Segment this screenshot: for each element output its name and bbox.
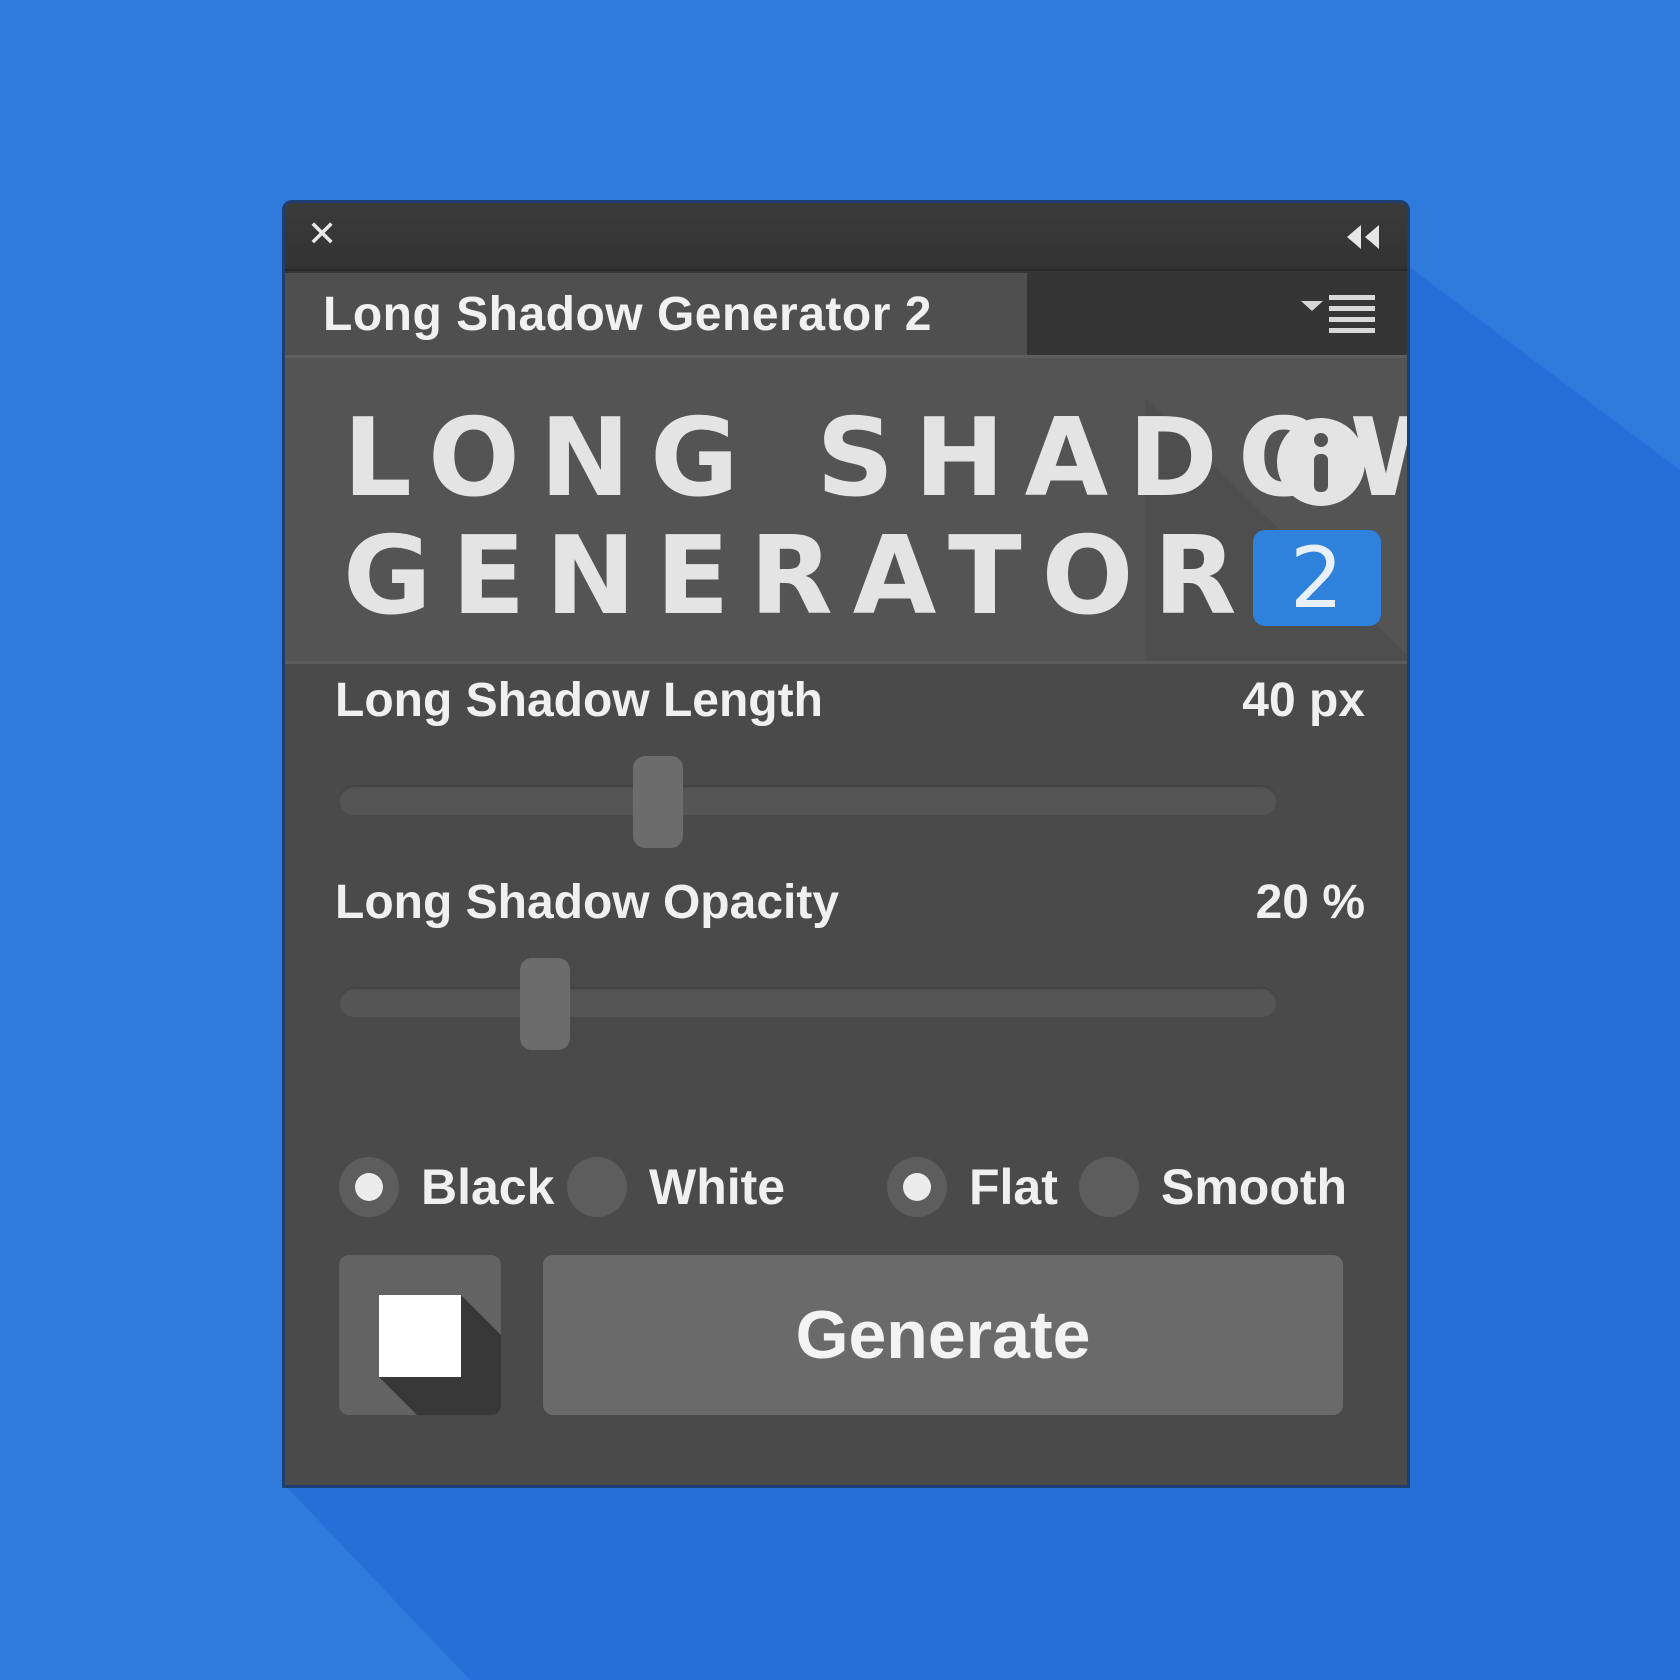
section-divider [285, 661, 1407, 664]
radio-black[interactable]: Black [339, 1157, 554, 1217]
logo-line-2: GENERATOR 2 [343, 518, 1407, 636]
length-label: Long Shadow Length [335, 674, 823, 727]
opacity-slider[interactable] [339, 958, 1277, 1050]
version-badge: 2 [1252, 530, 1381, 626]
radio-flat-indicator[interactable] [887, 1157, 947, 1217]
length-slider[interactable] [339, 756, 1277, 848]
logo-header: LONG SHADOW GENERATOR 2 [285, 355, 1407, 664]
options-row: Black White Flat Smooth [339, 1151, 1347, 1221]
generate-button[interactable]: Generate [543, 1255, 1343, 1415]
radio-smooth-label: Smooth [1161, 1159, 1348, 1215]
opacity-label: Long Shadow Opacity [335, 876, 840, 929]
opacity-value: 20 % [1255, 876, 1365, 929]
radio-smooth[interactable]: Smooth [1079, 1157, 1347, 1217]
logo: LONG SHADOW GENERATOR 2 [343, 400, 1407, 636]
length-slider-thumb[interactable] [632, 756, 683, 848]
extension-panel: ✕ Long Shadow Generator 2 LONG SHADOW GE… [282, 200, 1410, 1488]
shadow-preview-button[interactable] [339, 1255, 501, 1415]
radio-white-indicator[interactable] [567, 1157, 627, 1217]
close-icon[interactable]: ✕ [307, 217, 343, 253]
logo-line-2-text: GENERATOR [343, 514, 1257, 639]
length-value: 40 px [1242, 674, 1365, 727]
radio-black-label: Black [421, 1159, 555, 1215]
opacity-slider-thumb[interactable] [520, 958, 571, 1050]
radio-black-indicator[interactable] [339, 1157, 399, 1217]
radio-white-label: White [649, 1159, 786, 1215]
tab-long-shadow-generator[interactable]: Long Shadow Generator 2 [285, 273, 1027, 357]
info-icon-bar [1314, 454, 1328, 492]
tab-row: Long Shadow Generator 2 [285, 269, 1407, 357]
radio-white[interactable]: White [567, 1157, 785, 1217]
radio-flat-label: Flat [969, 1159, 1058, 1215]
info-icon-dot [1314, 433, 1328, 447]
radio-smooth-indicator[interactable] [1079, 1157, 1139, 1217]
preview-square [379, 1295, 461, 1377]
radio-flat[interactable]: Flat [887, 1157, 1058, 1217]
info-icon[interactable] [1277, 418, 1365, 506]
panel-titlebar: ✕ [285, 203, 1407, 269]
logo-line-1: LONG SHADOW [343, 396, 1407, 521]
double-chevron-left-icon[interactable] [1345, 221, 1385, 253]
panel-menu-icon[interactable] [1301, 291, 1381, 337]
